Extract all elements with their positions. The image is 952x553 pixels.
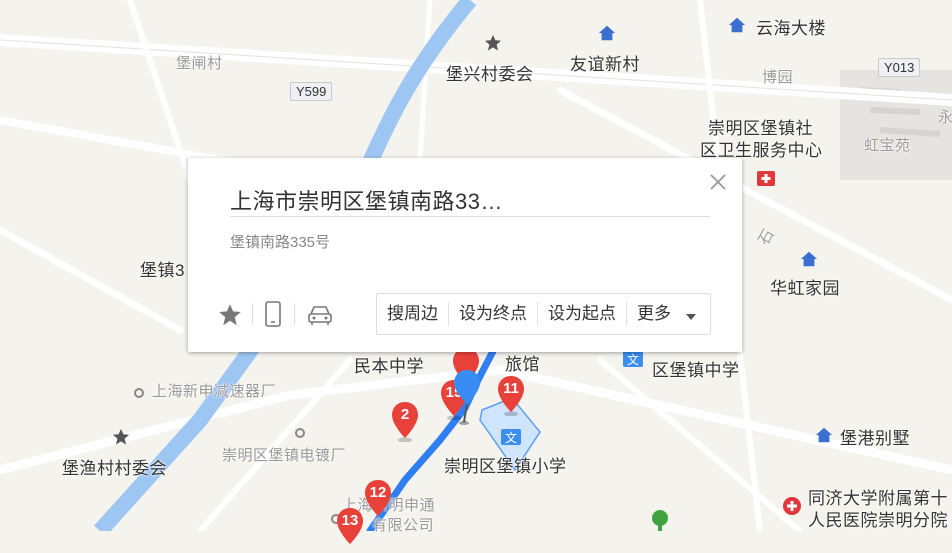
map-label-hotel[interactable]: 旅馆 (505, 350, 540, 375)
more-dropdown-button[interactable]: 更多 (627, 294, 710, 334)
circle-icon (133, 386, 151, 404)
current-location-marker[interactable] (452, 370, 480, 425)
hospital-icon (782, 496, 801, 515)
send-to-phone-icon[interactable] (264, 301, 282, 332)
home-icon (728, 16, 746, 34)
school-icon: 文 (622, 350, 643, 368)
home-icon (800, 250, 818, 268)
map-label-baogang-villa[interactable]: 堡港别墅 (840, 424, 910, 449)
svg-text:文: 文 (505, 430, 517, 445)
road-badge-y599: Y599 (290, 82, 333, 101)
car-route-icon[interactable] (306, 303, 334, 332)
marker-number: 13 (341, 512, 359, 529)
popup-action-bar: 搜周边 设为终点 设为起点 更多 (376, 293, 711, 335)
marker-number: 2 (400, 406, 410, 423)
map-label-minben[interactable]: 民本中学 (354, 352, 424, 377)
star-icon (484, 34, 502, 52)
search-nearby-button[interactable]: 搜周边 (377, 294, 448, 334)
map-marker-13[interactable]: 13 (336, 508, 364, 544)
icon-divider (294, 303, 295, 325)
map-label-yong: 永 (938, 109, 952, 126)
location-info-popup: 上海市崇明区堡镇南路33… 堡镇南路335号 搜周边 设为终点 设为起点 更多 (188, 158, 742, 352)
map-label-electroplate[interactable]: 崇明区堡镇电镀厂 (222, 444, 346, 465)
school-icon: 文 (500, 428, 521, 446)
close-icon[interactable] (706, 170, 730, 194)
map-label-yunhai-tower[interactable]: 云海大楼 (756, 14, 826, 39)
star-icon (112, 428, 130, 446)
home-icon (598, 24, 616, 42)
map-label-boyuan[interactable]: 博园 (762, 66, 793, 87)
map-marker-2[interactable]: 2 (391, 402, 419, 443)
map-label-baozhen-left[interactable]: 堡镇3 (140, 256, 185, 281)
caret-down-icon (685, 295, 696, 335)
set-start-button[interactable]: 设为起点 (538, 294, 626, 334)
map-marker-11[interactable]: 11 (497, 376, 525, 417)
hospital-icon (756, 168, 775, 186)
favorite-star-icon[interactable] (218, 303, 242, 332)
more-label: 更多 (637, 304, 671, 323)
map-label-huahong[interactable]: 华虹家园 (770, 274, 840, 299)
icon-divider (252, 303, 253, 325)
circle-icon (294, 426, 312, 444)
road-badge-y013: Y013 (878, 58, 921, 77)
map-label-shanghai-reducer[interactable]: 上海新申减速器厂 (152, 380, 276, 401)
popup-address: 堡镇南路335号 (230, 234, 331, 251)
map-label-primary-school[interactable]: 崇明区堡镇小学 (444, 452, 567, 477)
marker-number: 12 (369, 484, 387, 501)
map-label-hospital-line2[interactable]: 人民医院崇明分院 (808, 506, 948, 531)
svg-text:文: 文 (627, 352, 639, 367)
popup-title: 上海市崇明区堡镇南路33… (230, 189, 503, 214)
map-marker-12[interactable]: 12 (364, 480, 392, 516)
marker-number: 11 (503, 380, 519, 397)
set-destination-button[interactable]: 设为终点 (449, 294, 537, 334)
home-icon (815, 426, 833, 444)
map-label-baoxing-committee[interactable]: 堡兴村委会 (446, 60, 534, 85)
map-label-hongbaoyuan[interactable]: 虹宝苑 (864, 134, 911, 155)
map-label-baoyu-committee[interactable]: 堡渔村村委会 (62, 454, 167, 479)
map-label-youyi-xincun[interactable]: 友谊新村 (570, 50, 640, 75)
map-label-baozhen-middle-school[interactable]: 区堡镇中学 (652, 356, 740, 381)
map-label-baozha-village[interactable]: 堡闸村 (176, 52, 223, 73)
popup-divider (230, 216, 710, 217)
